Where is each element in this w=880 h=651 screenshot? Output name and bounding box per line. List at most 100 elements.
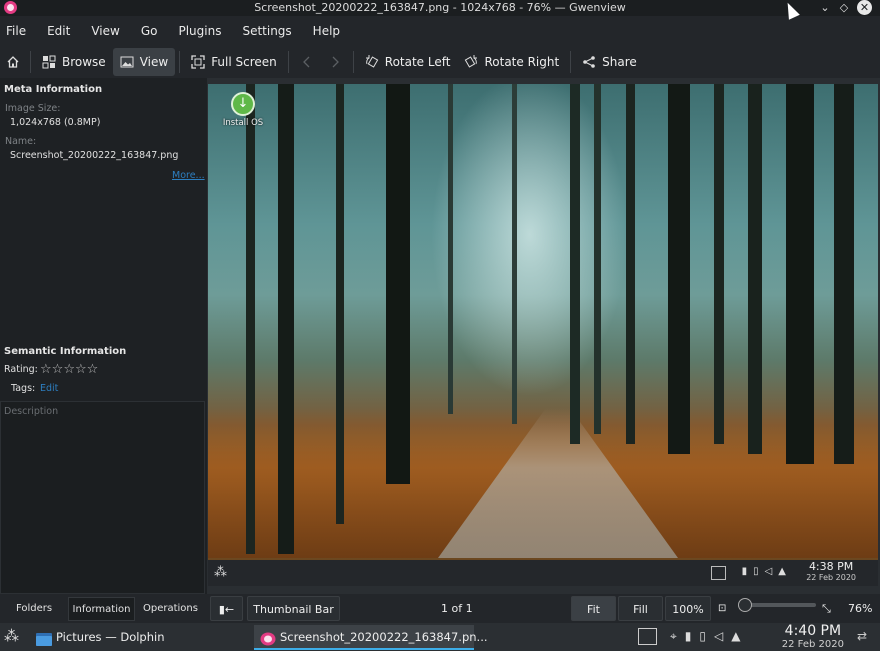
star-icon[interactable]: ☆ [87,362,99,377]
tags-edit-link[interactable]: Edit [40,383,58,394]
image-size-value: 1,024x768 (0.8MP) [10,117,101,128]
folder-icon [36,630,52,646]
window-title: Screenshot_20200222_163847.png - 1024x76… [254,1,626,14]
zoom-in-icon[interactable]: ⤡ [822,596,831,621]
image-tray-icons: ▮▯◁▲ [741,566,792,577]
share-button[interactable]: Share [575,48,644,76]
image-clock-time: 4:38 PM [808,560,854,573]
toolbar-separator [30,51,31,73]
tab-operations[interactable]: Operations [139,597,202,621]
task-gwenview-label: Screenshot_20200222_163847.pn... [280,630,488,644]
image-desktop-icon [711,566,726,580]
download-icon: ↓ [231,92,255,116]
task-gwenview[interactable]: Screenshot_20200222_163847.pn... [254,625,488,650]
status-bar: Folders Information Operations ▮← Thumbn… [0,594,880,623]
next-button[interactable] [321,48,349,76]
previous-button[interactable] [293,48,321,76]
menu-go[interactable]: Go [141,24,158,38]
show-desktop-icon[interactable] [638,628,657,645]
rotate-left-button[interactable]: Rotate Left [358,48,458,76]
rating-stars[interactable]: ☆☆☆☆☆ [40,362,98,377]
image-clock: 4:38 PM 22 Feb 2020 [806,561,856,583]
name-label: Name: [5,136,37,147]
star-icon[interactable]: ☆ [63,362,75,377]
tab-folders[interactable]: Folders [4,597,64,621]
rotate-left-label: Rotate Left [384,55,451,69]
fit-button[interactable]: Fit [571,596,616,621]
view-button[interactable]: View [112,48,176,76]
fullscreen-icon [191,55,205,69]
image-viewer[interactable]: ↓ Install OS ⁂ ▮▯◁▲ 4:38 PM 22 Feb 2020 [207,78,880,594]
gwenview-icon [260,630,276,646]
page-count: 1 of 1 [441,602,473,615]
rotate-right-label: Rotate Right [484,55,560,69]
application-launcher-icon[interactable]: ⁂ [4,627,19,645]
name-value: Screenshot_20200222_163847.png [10,150,179,161]
info-sidebar: Meta Information Image Size: 1,024x768 (… [0,78,207,594]
rotate-right-button[interactable]: Rotate Right [457,48,566,76]
menu-bar: File Edit View Go Plugins Settings Help [0,16,880,46]
grid-icon [42,55,56,69]
full-screen-label: Full Screen [211,55,277,69]
thumbnail-bar-button[interactable]: Thumbnail Bar [247,596,340,621]
menu-file[interactable]: File [6,24,26,38]
rating-label: Rating: [4,364,38,375]
image-clock-date: 22 Feb 2020 [806,573,856,582]
task-dolphin[interactable]: Pictures — Dolphin [30,625,250,650]
network-icon[interactable]: ⌖ [670,629,685,643]
desktop-icon-label: Install OS [222,118,264,128]
clipboard-icon[interactable]: ▯ [699,629,714,643]
displayed-image[interactable]: ↓ Install OS ⁂ ▮▯◁▲ 4:38 PM 22 Feb 2020 [208,84,878,586]
share-label: Share [602,55,637,69]
share-icon [582,55,596,69]
zoom-100-button[interactable]: 100% [665,596,711,621]
task-dolphin-label: Pictures — Dolphin [56,630,165,644]
system-tray: ⌖▮▯◁▲ [670,629,748,644]
image-size-label: Image Size: [5,103,61,114]
volume-muted-icon[interactable]: ◁ [714,629,731,643]
image-icon [120,55,134,69]
fill-button[interactable]: Fill [618,596,663,621]
window-titlebar: Screenshot_20200222_163847.png - 1024x76… [0,0,880,16]
toolbar-separator [352,51,354,73]
zoom-slider-handle[interactable] [738,598,752,612]
zoom-out-icon[interactable]: ⊡ [718,596,726,621]
full-screen-button[interactable]: Full Screen [184,48,284,76]
rotate-right-icon [464,55,478,69]
maximize-icon[interactable]: ◇ [836,0,852,16]
close-icon[interactable]: ✕ [857,0,872,15]
desktop-install-os-icon: ↓ Install OS [220,92,266,128]
description-field[interactable]: Description [0,401,205,594]
star-icon[interactable]: ☆ [40,362,52,377]
image-launcher-icon: ⁂ [214,565,227,580]
menu-help[interactable]: Help [313,24,340,38]
usb-icon[interactable]: ▮ [685,629,700,643]
home-icon [6,55,20,69]
taskbar: ⁂ Pictures — Dolphin Screenshot_20200222… [0,623,880,651]
toolbar-separator [287,51,289,73]
menu-settings[interactable]: Settings [242,24,291,38]
star-icon[interactable]: ☆ [75,362,87,377]
description-placeholder: Description [4,406,59,417]
semantic-information-heading: Semantic Information [4,346,127,357]
home-button[interactable] [0,48,26,76]
tab-information[interactable]: Information [68,597,135,621]
tags-label: Tags: [11,383,36,394]
more-link[interactable]: More... [172,170,205,181]
toggle-sidebar-button[interactable]: ▮← [210,596,243,621]
tray-expand-icon[interactable]: ▲ [731,629,748,643]
zoom-value: 76% [848,602,873,615]
browse-label: Browse [62,55,106,69]
sidebar-toggle-icon: ▮← [218,603,235,616]
panel-settings-icon[interactable]: ⇄ [857,629,867,643]
image-trees [208,84,878,564]
minimize-icon[interactable]: ⌄ [817,0,833,16]
menu-edit[interactable]: Edit [47,24,70,38]
menu-plugins[interactable]: Plugins [178,24,221,38]
zoom-slider[interactable] [738,598,816,612]
menu-view[interactable]: View [91,24,119,38]
browse-button[interactable]: Browse [35,48,113,76]
star-icon[interactable]: ☆ [52,362,64,377]
taskbar-clock[interactable]: 4:40 PM 22 Feb 2020 [782,624,844,651]
image-panel: ⁂ ▮▯◁▲ 4:38 PM 22 Feb 2020 [208,560,878,586]
